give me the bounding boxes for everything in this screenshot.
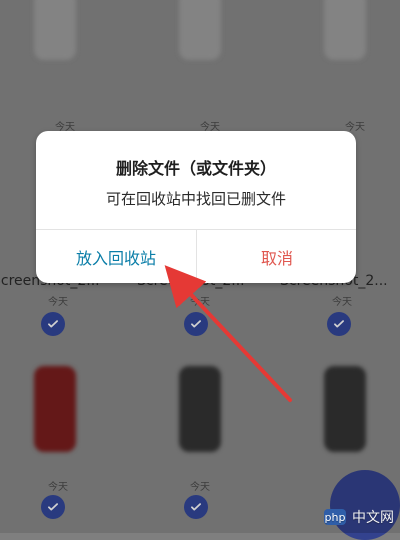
delete-confirm-dialog: 删除文件（或文件夹） 可在回收站中找回已删文件 放入回收站 取消 xyxy=(36,131,356,283)
watermark: php 中文网 xyxy=(324,507,394,527)
cancel-button[interactable]: 取消 xyxy=(197,230,356,283)
watermark-text: 中文网 xyxy=(352,510,394,526)
dialog-title: 删除文件（或文件夹） xyxy=(115,159,276,178)
dialog-message: 可在回收站中找回已删文件 xyxy=(105,190,286,208)
php-logo-icon: php xyxy=(324,509,346,525)
move-to-recycle-bin-button[interactable]: 放入回收站 xyxy=(36,230,196,283)
